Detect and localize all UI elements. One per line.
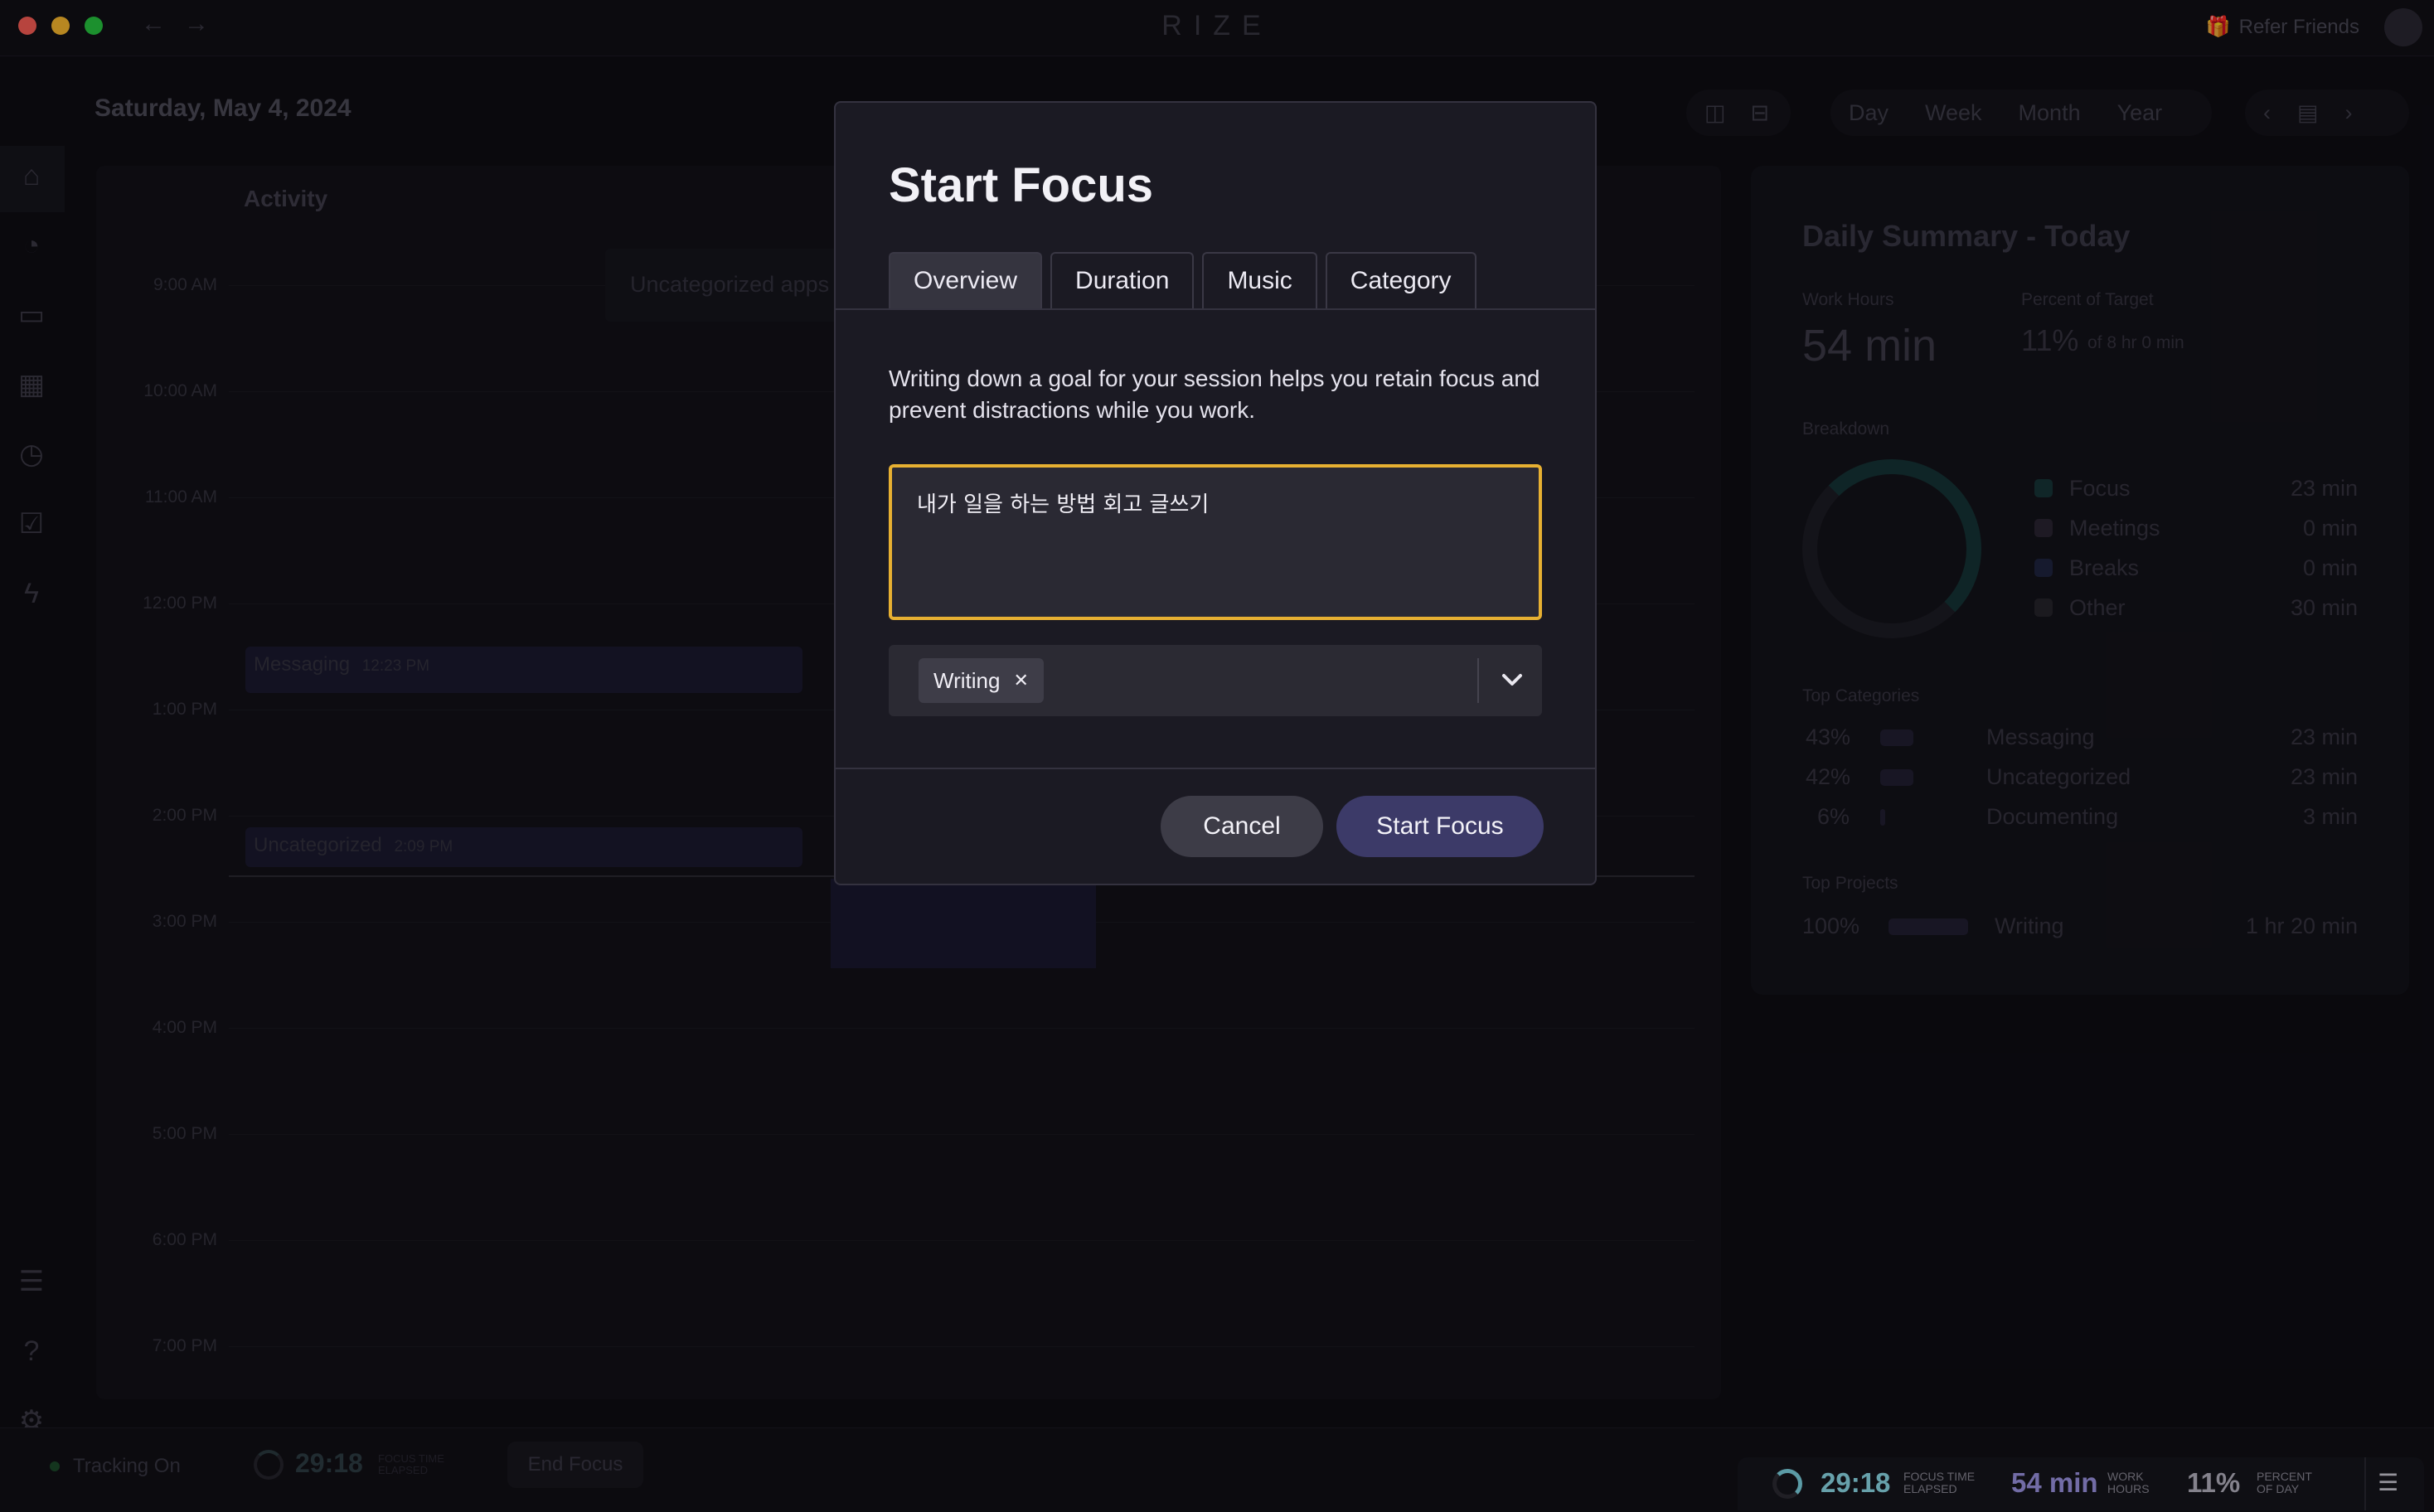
tab-duration[interactable]: Duration bbox=[1050, 252, 1195, 308]
tab-divider bbox=[836, 308, 1595, 310]
divider bbox=[1477, 658, 1479, 703]
tag-label: Writing bbox=[933, 667, 1001, 693]
footer-divider bbox=[836, 768, 1595, 769]
project-tag-select[interactable]: Writing ✕ bbox=[889, 645, 1542, 716]
dialog-description: Writing down a goal for your session hel… bbox=[889, 366, 1540, 423]
start-focus-button[interactable]: Start Focus bbox=[1336, 796, 1544, 857]
dialog-tabs: Overview Duration Music Category bbox=[889, 252, 1476, 308]
tab-music[interactable]: Music bbox=[1202, 252, 1317, 308]
start-focus-dialog: Start Focus Overview Duration Music Cate… bbox=[834, 101, 1597, 885]
cancel-button[interactable]: Cancel bbox=[1161, 796, 1323, 857]
session-goal-input[interactable]: 내가 일을 하는 방법 회고 글쓰기 bbox=[889, 464, 1542, 620]
tab-overview[interactable]: Overview bbox=[889, 252, 1043, 308]
tab-category[interactable]: Category bbox=[1325, 252, 1476, 308]
chevron-down-icon[interactable] bbox=[1487, 660, 1537, 701]
remove-tag-icon[interactable]: ✕ bbox=[1013, 670, 1028, 691]
dialog-title: Start Focus bbox=[889, 158, 1154, 212]
selected-tag: Writing ✕ bbox=[919, 658, 1044, 703]
